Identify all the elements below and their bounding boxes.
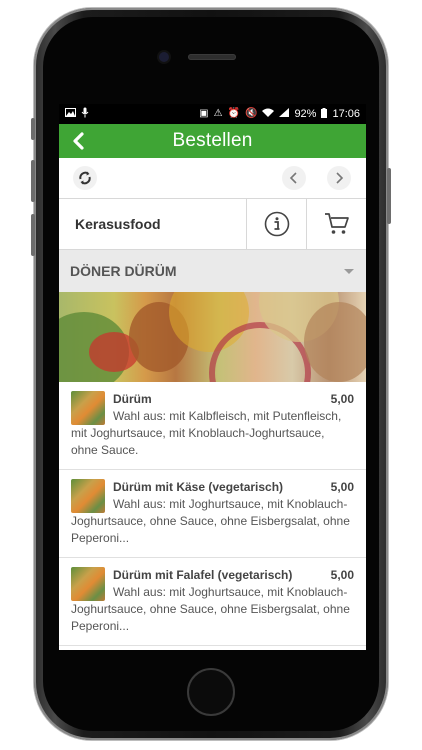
refresh-button[interactable]	[73, 166, 97, 190]
toolbar	[59, 158, 366, 199]
image-icon	[65, 108, 76, 120]
menu-item-description: Wahl aus: mit Kalbfleisch, mit Putenflei…	[71, 409, 342, 457]
status-bar: ▣ ⚠ ⏰ 🔇 92% 17:06	[59, 104, 366, 124]
silent-switch	[31, 118, 35, 140]
battery-saver-icon: ▣	[199, 108, 209, 119]
battery-icon	[321, 107, 328, 121]
status-right: ▣ ⚠ ⏰ 🔇 92% 17:06	[199, 107, 360, 121]
menu-item-description: Wahl aus: mit Joghurtsauce, mit Knoblauc…	[71, 585, 350, 633]
next-button[interactable]	[327, 166, 351, 190]
warning-icon: ⚠	[213, 108, 223, 119]
menu-item-thumbnail	[71, 391, 105, 425]
wifi-icon	[262, 108, 275, 120]
menu-item-name: Dürüm mit Käse (vegetarisch)	[113, 480, 284, 494]
menu-item-price: 5,00	[330, 392, 354, 406]
battery-percent: 92%	[294, 108, 317, 120]
volume-down-button	[31, 214, 35, 256]
back-button[interactable]	[67, 129, 89, 153]
alarm-icon: ⏰	[227, 108, 240, 119]
menu-item-description: Wahl aus: mit Joghurtsauce, mit Knoblauc…	[71, 497, 350, 545]
previous-button[interactable]	[282, 166, 306, 190]
home-button[interactable]	[187, 668, 235, 716]
menu-item[interactable]: Dürüm mit Käse (vegetarisch) 5,00 Wahl a…	[59, 470, 366, 558]
signal-icon	[279, 108, 290, 120]
clock: 17:06	[332, 108, 360, 120]
power-button	[387, 168, 391, 224]
category-title: DÖNER DÜRÜM	[70, 263, 177, 279]
app-bar: Bestellen	[59, 124, 366, 158]
volume-up-button	[31, 160, 35, 202]
microphone-icon	[81, 107, 89, 121]
front-camera	[159, 52, 169, 62]
refresh-icon	[79, 171, 91, 185]
menu-item-price: 5,00	[330, 568, 354, 582]
category-header[interactable]: DÖNER DÜRÜM	[59, 250, 366, 292]
menu-item-price: 5,00	[330, 480, 354, 494]
app-screen: ▣ ⚠ ⏰ 🔇 92% 17:06 Bestellen Kerasusfood …	[59, 104, 366, 650]
menu-item[interactable]: Dürüm 5,00 Wahl aus: mit Kalbfleisch, mi…	[59, 382, 366, 470]
menu-item-thumbnail	[71, 479, 105, 513]
cart-button[interactable]	[306, 199, 366, 249]
banner-shape	[304, 302, 366, 382]
page-title: Bestellen	[172, 130, 253, 151]
cart-icon	[324, 213, 349, 234]
category-banner-image	[59, 292, 366, 382]
earpiece-speaker	[188, 54, 236, 60]
menu-item[interactable]: Dürüm mit Falafel (vegetarisch) 5,00 Wah…	[59, 558, 366, 646]
menu-item-name: Dürüm	[113, 392, 152, 406]
mute-icon: 🔇	[244, 108, 258, 119]
status-left	[65, 107, 89, 121]
info-button[interactable]	[247, 199, 306, 249]
chevron-left-icon	[289, 172, 297, 184]
shop-name: Kerasusfood	[59, 199, 247, 249]
menu-item-name: Dürüm mit Falafel (vegetarisch)	[113, 568, 293, 582]
chevron-right-icon	[336, 172, 344, 184]
shop-bar: Kerasusfood	[59, 199, 366, 250]
info-icon	[264, 211, 289, 237]
chevron-left-icon	[73, 132, 84, 150]
menu-item-thumbnail	[71, 567, 105, 601]
caret-down-icon	[344, 268, 354, 274]
